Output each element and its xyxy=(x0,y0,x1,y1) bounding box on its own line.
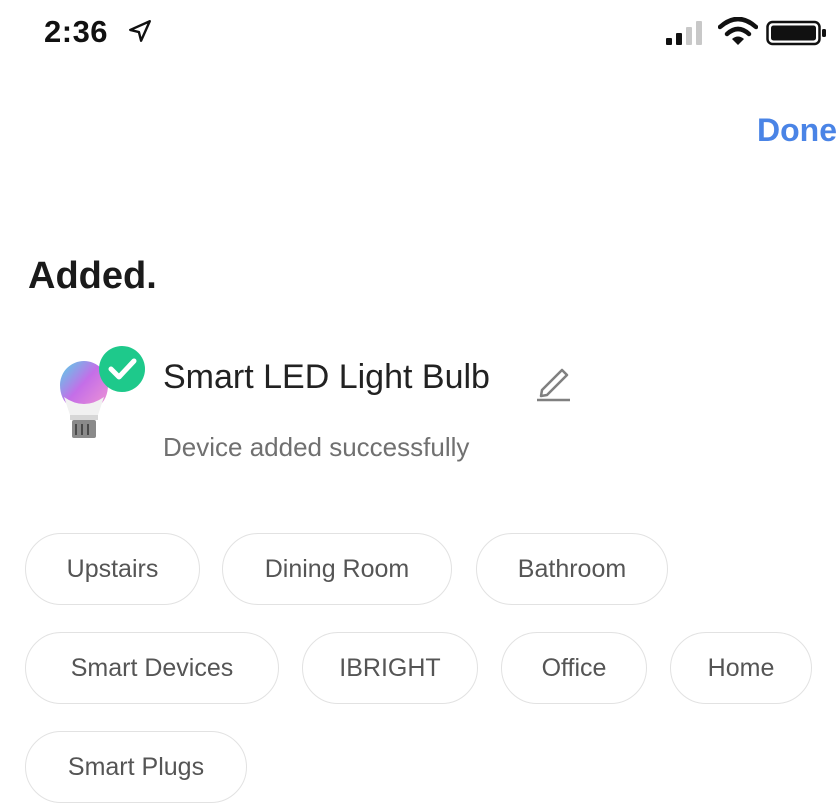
status-time: 2:36 xyxy=(44,14,109,49)
cellular-signal-icon xyxy=(666,21,702,45)
location-arrow-icon xyxy=(129,20,151,42)
room-tag-office[interactable]: Office xyxy=(501,632,647,704)
room-tag-smart-plugs[interactable]: Smart Plugs xyxy=(25,731,247,803)
check-circle-icon xyxy=(99,346,145,392)
device-status-text: Device added successfully xyxy=(163,432,470,462)
room-tag-home[interactable]: Home xyxy=(670,632,812,704)
page-title: Added. xyxy=(28,255,157,297)
battery-icon xyxy=(766,20,826,46)
device-name: Smart LED Light Bulb xyxy=(163,358,490,396)
room-tag-dining-room[interactable]: Dining Room xyxy=(222,533,452,605)
room-tag-ibright[interactable]: IBRIGHT xyxy=(302,632,478,704)
light-bulb-icon xyxy=(60,346,145,438)
room-tag-smart-devices[interactable]: Smart Devices xyxy=(25,632,279,704)
wifi-icon xyxy=(718,17,758,45)
done-button[interactable]: Done xyxy=(757,112,837,149)
room-tag-bathroom[interactable]: Bathroom xyxy=(476,533,668,605)
status-bar: 2:36 xyxy=(0,0,839,70)
pencil-icon[interactable] xyxy=(534,360,574,402)
room-tag-upstairs[interactable]: Upstairs xyxy=(25,533,200,605)
